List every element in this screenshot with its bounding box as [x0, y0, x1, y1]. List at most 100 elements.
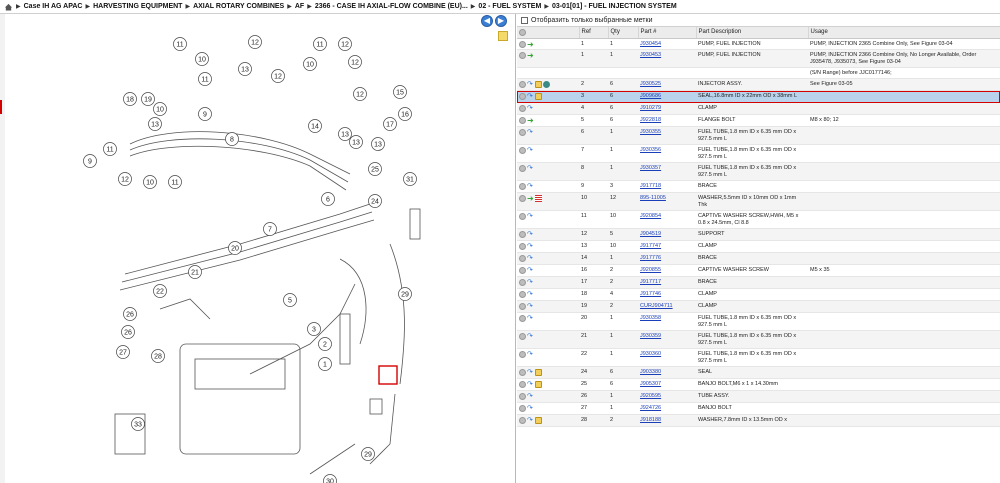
table-row[interactable]: ➜ 10 12 895-11005 WASHER,5.5mm ID x 10mm OD …	[517, 192, 1000, 212]
circle-icon[interactable]	[519, 350, 526, 358]
col-ref[interactable]: Ref	[579, 27, 609, 39]
note-icon[interactable]	[535, 368, 542, 376]
row-part[interactable]: J920854	[638, 210, 696, 230]
row-part[interactable]: J930454	[638, 38, 696, 51]
rotate-icon[interactable]: ↷	[527, 165, 534, 172]
left-edge-scroll[interactable]	[0, 14, 5, 483]
rotate-icon[interactable]: ↷	[527, 333, 534, 340]
callout[interactable]: 10	[143, 175, 157, 189]
note-icon[interactable]	[535, 416, 542, 424]
callout[interactable]: 12	[271, 69, 285, 83]
rotate-icon[interactable]: ↷	[527, 183, 534, 190]
rotate-icon[interactable]: ↷	[527, 303, 534, 310]
circle-icon[interactable]	[519, 332, 526, 340]
table-row[interactable]: ↷ 26 1 J920595 TUBE ASSY.	[517, 390, 1000, 403]
circle-icon[interactable]	[519, 183, 526, 191]
circle-icon[interactable]	[519, 302, 526, 310]
callout[interactable]: 25	[368, 162, 382, 176]
table-row[interactable]: ↷ 13 10 J917747 CLAMP	[517, 240, 1000, 254]
filter-row[interactable]: Отобразить только выбранные метки	[517, 14, 1000, 27]
note-icon[interactable]	[535, 81, 542, 89]
row-part[interactable]: J930358	[638, 312, 696, 331]
table-row[interactable]: ↷ 24 6 J903380 SEAL	[517, 366, 1000, 379]
circle-icon[interactable]	[519, 416, 526, 424]
callout[interactable]: 12	[348, 55, 362, 69]
rotate-icon[interactable]: ↷	[527, 381, 534, 388]
table-row[interactable]: ↷ 16 2 J920855 CAPTIVE WASHER SCREW M5 x 35	[517, 264, 1000, 278]
callout[interactable]: 18	[123, 92, 137, 106]
col-part[interactable]: Part #	[638, 27, 697, 39]
row-part[interactable]: J909686	[638, 90, 696, 104]
rotate-icon[interactable]: ↷	[527, 93, 534, 100]
rotate-icon[interactable]: ↷	[527, 369, 534, 376]
callout[interactable]: 13	[148, 117, 162, 131]
row-part[interactable]: J917747	[638, 240, 696, 254]
circle-icon[interactable]	[519, 52, 526, 60]
table-row[interactable]: ↷ 2 6 J930525 INJECTOR ASSY. See Figure 03-05	[517, 78, 1000, 92]
callout[interactable]: 10	[195, 52, 209, 66]
arrow-right-icon[interactable]: ▶	[495, 15, 507, 27]
circle-icon[interactable]	[519, 314, 526, 322]
callout[interactable]: 12	[118, 172, 132, 186]
callout[interactable]: 29	[361, 447, 375, 461]
callout[interactable]: 31	[403, 172, 417, 186]
home-icon[interactable]	[4, 3, 13, 11]
replace-arrow-icon[interactable]: ➜	[527, 117, 534, 125]
rotate-icon[interactable]: ↷	[527, 417, 534, 424]
callout[interactable]: 12	[338, 37, 352, 51]
callout[interactable]: 7	[263, 222, 277, 236]
table-row[interactable]: ↷ 20 1 J930358 FUEL TUBE,1.8 mm ID x 6.35 mm…	[517, 312, 1000, 331]
breadcrumb-item[interactable]: HARVESTING EQUIPMENT	[93, 3, 182, 10]
note-icon[interactable]	[498, 31, 508, 41]
callout[interactable]: 22	[153, 284, 167, 298]
callout[interactable]: 33	[131, 417, 145, 431]
note-icon[interactable]	[535, 380, 542, 388]
callout[interactable]: 26	[123, 307, 137, 321]
callout[interactable]: 11	[168, 175, 182, 189]
callout[interactable]: 19	[141, 92, 155, 106]
callout[interactable]: 11	[103, 142, 117, 156]
table-row[interactable]: ↷ 7 1 J930356 FUEL TUBE,1.8 mm ID x 6.35 mm …	[517, 144, 1000, 164]
callout[interactable]: 12	[353, 87, 367, 101]
table-row[interactable]: ↷ 18 4 J917746 CLAMP	[517, 288, 1000, 301]
callout[interactable]: 24	[368, 194, 382, 208]
replace-arrow-icon[interactable]: ➜	[527, 52, 534, 60]
table-row[interactable]: ↷ 28 2 J918188 WASHER,7.8mm ID x 13.5mm OD x	[517, 414, 1000, 427]
callout[interactable]: 27	[116, 345, 130, 359]
globe-icon[interactable]	[543, 81, 550, 89]
col-qty[interactable]: Qty	[608, 27, 639, 39]
callout[interactable]: 21	[188, 265, 202, 279]
callout[interactable]: 13	[238, 62, 252, 76]
table-row[interactable]: ↷ 4 6 J910279 CLAMP	[517, 102, 1000, 116]
callout[interactable]: 8	[225, 132, 239, 146]
callout[interactable]: 6	[321, 192, 335, 206]
table-row[interactable]: ↷ 8 1 J930357 FUEL TUBE,1.8 mm ID x 6.35 mm …	[517, 162, 1000, 182]
row-part[interactable]: J930525	[638, 78, 696, 92]
circle-icon[interactable]	[519, 165, 526, 173]
row-part[interactable]: J905307	[638, 378, 696, 391]
breadcrumb-item[interactable]: 03-01[01] - FUEL INJECTION SYSTEM	[552, 3, 677, 10]
callout[interactable]: 9	[198, 107, 212, 121]
filter-checkbox[interactable]	[521, 16, 528, 24]
callout[interactable]: 11	[173, 37, 187, 51]
rotate-icon[interactable]: ↷	[527, 351, 534, 358]
row-part[interactable]: 895-11005	[638, 192, 696, 212]
callout[interactable]: 17	[383, 117, 397, 131]
rotate-icon[interactable]: ↷	[527, 279, 534, 286]
circle-icon[interactable]	[519, 380, 526, 388]
breadcrumb-item[interactable]: AXIAL ROTARY COMBINES	[193, 3, 284, 10]
table-row[interactable]: ↷ 25 6 J905307 BANJO BOLT,M6 x 1 x 14.30mm	[517, 378, 1000, 391]
circle-icon[interactable]	[519, 392, 526, 400]
callout[interactable]: 29	[398, 287, 412, 301]
callout[interactable]: 9	[83, 154, 97, 168]
col-usage[interactable]: Usage	[808, 27, 1000, 39]
callout[interactable]: 13	[338, 127, 352, 141]
callout[interactable]: 10	[153, 102, 167, 116]
circle-icon[interactable]	[519, 28, 526, 36]
circle-icon[interactable]	[519, 40, 526, 48]
table-row[interactable]: ↷ 3 6 J909686 SEAL,16.8mm ID x 22mm OD x 38m…	[517, 90, 1000, 104]
table-row[interactable]: ↷ 17 2 J917717 BRACE	[517, 276, 1000, 289]
callout[interactable]: 1	[318, 357, 332, 371]
circle-icon[interactable]	[519, 147, 526, 155]
callout[interactable]: 14	[308, 119, 322, 133]
